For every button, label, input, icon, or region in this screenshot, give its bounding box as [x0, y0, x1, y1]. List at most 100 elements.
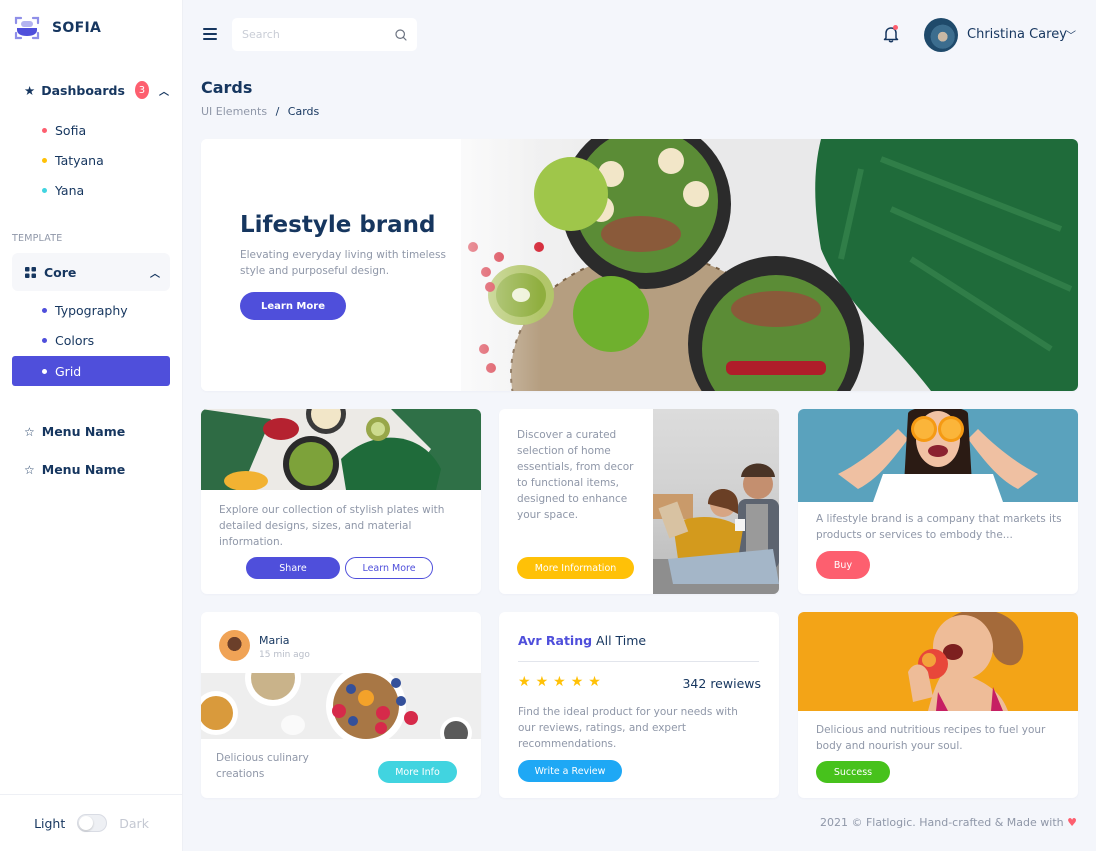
star-filled-icon: ★ [24, 82, 36, 98]
notification-badge: 3 [134, 81, 149, 99]
logo-icon [14, 16, 40, 40]
sidebar-item-yana[interactable]: Yana [42, 183, 84, 198]
sidebar-item-label: Sofia [55, 123, 87, 138]
hero-description: Elevating everyday living with timeless … [240, 249, 446, 277]
rating-description: Find the ideal product for your needs wi… [518, 706, 738, 750]
star-outline-icon: ☆ [24, 462, 35, 477]
plates-card: Explore our collection of stylish plates… [201, 409, 481, 594]
rating-title-accent: Avr Rating [518, 633, 593, 648]
rating-title: Avr Rating All Time [518, 633, 646, 648]
dot-icon [42, 128, 47, 133]
culinary-card: Maria 15 min ago Delicious culinary crea… [201, 612, 481, 798]
sidebar-item-core[interactable]: Core ︿ [12, 253, 170, 291]
star-outline-icon: ☆ [24, 424, 35, 439]
breakfast-bowl-image [201, 673, 481, 739]
sidebar-item-label: Menu Name [41, 424, 126, 439]
sidebar-item-menu-name-1[interactable]: ☆ Menu Name [24, 424, 125, 439]
theme-toggle[interactable] [77, 814, 108, 832]
star-icon: ★ [535, 674, 549, 690]
notification-dot [893, 25, 898, 30]
footer: 2021 © Flatlogic. Hand-crafted & Made wi… [820, 816, 1077, 829]
user-name[interactable]: Christina Carey [967, 27, 1067, 42]
user-avatar[interactable] [924, 18, 958, 52]
share-button[interactable]: Share [246, 557, 340, 579]
dot-icon [42, 368, 47, 374]
sidebar-item-label: Yana [55, 183, 85, 198]
sidebar-item-sofia[interactable]: Sofia [42, 123, 86, 138]
post-time: 15 min ago [259, 650, 310, 660]
brand-name: SOFIA [52, 20, 102, 36]
learn-more-button[interactable]: Learn More [345, 557, 433, 579]
footer-text: 2021 © Flatlogic. Hand-crafted & Made wi… [819, 816, 1064, 829]
star-icon: ★ [570, 674, 584, 690]
lifestyle-description: A lifestyle brand is a company that mark… [816, 513, 1062, 541]
home-description: Discover a curated selection of home ess… [517, 429, 634, 521]
search-icon[interactable] [395, 28, 407, 41]
heart-icon: ♥ [1067, 816, 1077, 829]
recipes-description: Delicious and nutritious recipes to fuel… [816, 724, 1046, 752]
recipes-card: Delicious and nutritious recipes to fuel… [798, 612, 1078, 798]
sidebar: SOFIA ★ Dashboards 3 ︿ Sofia Tatyana Yan… [0, 0, 183, 851]
sidebar-item-label: Tatyana [55, 153, 104, 168]
light-label: Light [34, 815, 66, 831]
chevron-down-icon[interactable]: ﹀ [1066, 27, 1076, 42]
reviews-count: 342 rewiews [682, 676, 761, 691]
dot-icon [42, 158, 47, 163]
search-bar [232, 18, 417, 51]
sidebar-item-label: Dashboards [41, 82, 125, 98]
dark-label: Dark [119, 815, 149, 831]
sidebar-item-label: Core [44, 264, 77, 280]
dot-icon [42, 188, 47, 193]
lifestyle-card: A lifestyle brand is a company that mark… [798, 409, 1078, 594]
success-button[interactable]: Success [816, 761, 890, 783]
breadcrumb-item-current: Cards [287, 105, 320, 118]
buy-button[interactable]: Buy [816, 551, 870, 579]
more-information-button[interactable]: More Information [517, 557, 634, 579]
section-label-template: TEMPLATE [12, 233, 63, 244]
write-review-button[interactable]: Write a Review [518, 760, 622, 782]
sidebar-item-typography[interactable]: Typography [42, 303, 128, 318]
divider [518, 661, 759, 662]
sidebar-item-grid[interactable]: Grid [12, 356, 170, 386]
hero-image [461, 139, 1078, 391]
home-essentials-card: Discover a curated selection of home ess… [499, 409, 779, 594]
search-input[interactable] [242, 28, 395, 41]
more-info-button[interactable]: More Info [378, 761, 457, 783]
plates-image [201, 409, 481, 490]
breadcrumb-separator: / [275, 105, 280, 118]
sidebar-item-dashboards[interactable]: ★ Dashboards 3 ︿ [24, 80, 169, 100]
sidebar-item-tatyana[interactable]: Tatyana [42, 153, 104, 168]
star-icon: ★ [553, 674, 566, 690]
chevron-up-icon[interactable]: ︿ [150, 265, 160, 280]
sidebar-item-menu-name-2[interactable]: ☆ Menu Name [24, 462, 125, 477]
couple-image [653, 409, 779, 594]
star-icon: ★ [588, 674, 601, 690]
sidebar-item-label: Colors [55, 333, 95, 348]
dot-icon [42, 308, 47, 313]
plates-description: Explore our collection of stylish plates… [219, 504, 445, 548]
sidebar-item-colors[interactable]: Colors [42, 333, 94, 348]
woman-apple-image [798, 612, 1078, 711]
sidebar-item-label: Typography [55, 303, 128, 318]
culinary-description: Delicious culinary creations [216, 752, 309, 780]
hero-card: Lifestyle brand Elevating everyday livin… [201, 139, 1078, 391]
author-name: Maria [259, 634, 290, 647]
hero-title: Lifestyle brand [240, 212, 436, 238]
breadcrumb-item-ui-elements[interactable]: UI Elements [201, 105, 267, 118]
hamburger-menu-icon[interactable] [203, 28, 217, 40]
star-rating: ★ ★ ★ ★ ★ [518, 675, 601, 689]
rating-title-rest: All Time [596, 633, 647, 648]
learn-more-button[interactable]: Learn More [240, 292, 346, 320]
author-avatar[interactable] [219, 630, 250, 661]
breadcrumb: UI Elements / Cards [201, 105, 319, 118]
theme-switcher: Light Dark [0, 794, 183, 851]
oranges-woman-image [798, 409, 1078, 502]
grid-icon [25, 266, 36, 278]
dot-icon [42, 338, 47, 343]
chevron-up-icon[interactable]: ︿ [159, 83, 169, 98]
page-title: Cards [201, 78, 253, 97]
star-icon: ★ [518, 674, 531, 690]
rating-card: Avr Rating All Time ★ ★ ★ ★ ★ 342 rewiews Fi… [499, 612, 779, 798]
sidebar-item-label: Grid [55, 363, 82, 379]
logo[interactable]: SOFIA [13, 15, 101, 41]
